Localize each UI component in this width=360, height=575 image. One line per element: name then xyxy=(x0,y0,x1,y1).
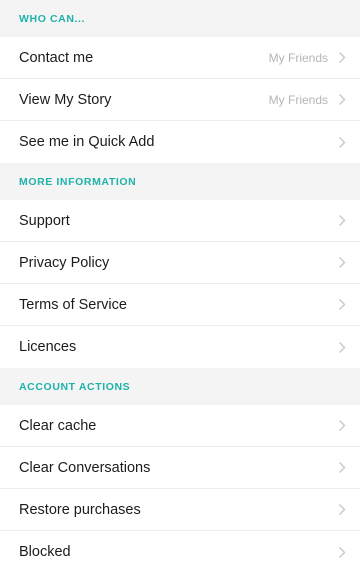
setting-row-licences[interactable]: Licences xyxy=(0,326,360,368)
setting-row-terms-of-service[interactable]: Terms of Service xyxy=(0,284,360,326)
chevron-right-icon xyxy=(336,51,348,65)
setting-label: View My Story xyxy=(19,91,112,108)
setting-row-restore-purchases[interactable]: Restore purchases xyxy=(0,489,360,531)
section-header-account-actions: ACCOUNT ACTIONS xyxy=(0,368,360,405)
section-title: ACCOUNT ACTIONS xyxy=(19,380,131,393)
setting-label: Restore purchases xyxy=(19,501,141,518)
chevron-right-icon xyxy=(336,298,348,312)
setting-row-clear-conversations[interactable]: Clear Conversations xyxy=(0,447,360,489)
setting-row-contact-me[interactable]: Contact me My Friends xyxy=(0,37,360,79)
chevron-right-icon xyxy=(336,545,348,559)
setting-value: My Friends xyxy=(268,50,328,65)
setting-row-quick-add[interactable]: See me in Quick Add xyxy=(0,121,360,163)
setting-row-blocked[interactable]: Blocked xyxy=(0,531,360,573)
section-header-who-can: WHO CAN... xyxy=(0,0,360,37)
section-title: MORE INFORMATION xyxy=(19,175,137,188)
setting-label: See me in Quick Add xyxy=(19,134,155,150)
chevron-right-icon xyxy=(336,93,348,107)
chevron-right-icon xyxy=(336,461,348,475)
setting-label: Licences xyxy=(19,339,77,355)
setting-label: Clear cache xyxy=(19,417,97,434)
chevron-right-icon xyxy=(336,419,348,433)
settings-list: WHO CAN... Contact me My Friends View My… xyxy=(0,0,360,575)
chevron-right-icon xyxy=(336,503,348,517)
setting-label: Contact me xyxy=(19,49,94,66)
setting-label: Support xyxy=(19,212,70,229)
setting-label: Terms of Service xyxy=(19,296,127,313)
setting-label: Clear Conversations xyxy=(19,459,151,476)
setting-row-view-my-story[interactable]: View My Story My Friends xyxy=(0,79,360,121)
setting-label: Blocked xyxy=(19,544,71,560)
setting-label: Privacy Policy xyxy=(19,254,110,271)
chevron-right-icon xyxy=(336,256,348,270)
chevron-right-icon xyxy=(336,340,348,354)
setting-row-clear-cache[interactable]: Clear cache xyxy=(0,405,360,447)
section-header-more-information: MORE INFORMATION xyxy=(0,163,360,200)
chevron-right-icon xyxy=(336,135,348,149)
setting-value: My Friends xyxy=(268,92,328,107)
chevron-right-icon xyxy=(336,214,348,228)
section-title: WHO CAN... xyxy=(19,12,86,25)
setting-row-privacy-policy[interactable]: Privacy Policy xyxy=(0,242,360,284)
setting-row-support[interactable]: Support xyxy=(0,200,360,242)
